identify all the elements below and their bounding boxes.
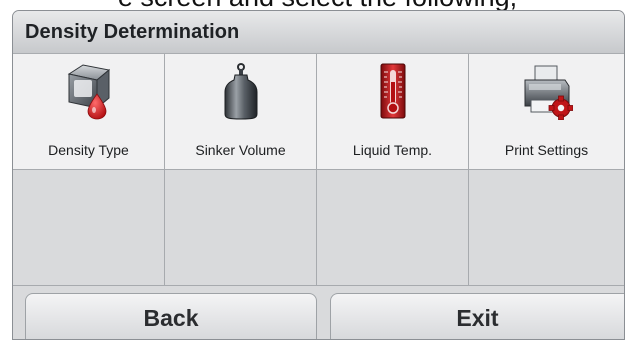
tile-liquid-temp[interactable]: Liquid Temp. xyxy=(317,54,469,170)
tile-empty xyxy=(13,170,165,286)
page-title: Density Determination xyxy=(25,21,240,43)
tile-print-settings[interactable]: Print Settings xyxy=(469,54,624,170)
sinker-weight-icon xyxy=(224,62,257,120)
balance-display-screen: Density Determination Density Type Sinke… xyxy=(12,10,625,340)
exit-button-label: Exit xyxy=(456,305,499,331)
tile-density-type[interactable]: Density Type xyxy=(13,54,165,170)
tile-empty xyxy=(317,170,469,286)
title-bar: Density Determination xyxy=(13,11,624,54)
tile-label: Density Type xyxy=(48,142,129,158)
thermometer-icon xyxy=(380,63,405,119)
back-button-label: Back xyxy=(143,305,199,331)
tile-label: Sinker Volume xyxy=(195,142,286,158)
menu-grid: Density Type Sinker Volume Liquid Temp. … xyxy=(13,54,624,287)
tile-empty xyxy=(469,170,624,286)
exit-button[interactable]: Exit xyxy=(330,293,624,339)
footer-bar: Back Exit xyxy=(13,287,624,339)
density-type-icon xyxy=(67,64,110,120)
tile-sinker-volume[interactable]: Sinker Volume xyxy=(165,54,317,170)
tile-label: Liquid Temp. xyxy=(352,142,433,158)
back-button[interactable]: Back xyxy=(25,293,317,339)
printer-settings-icon xyxy=(524,65,573,120)
tile-empty xyxy=(165,170,317,286)
tile-label: Print Settings xyxy=(504,142,589,158)
